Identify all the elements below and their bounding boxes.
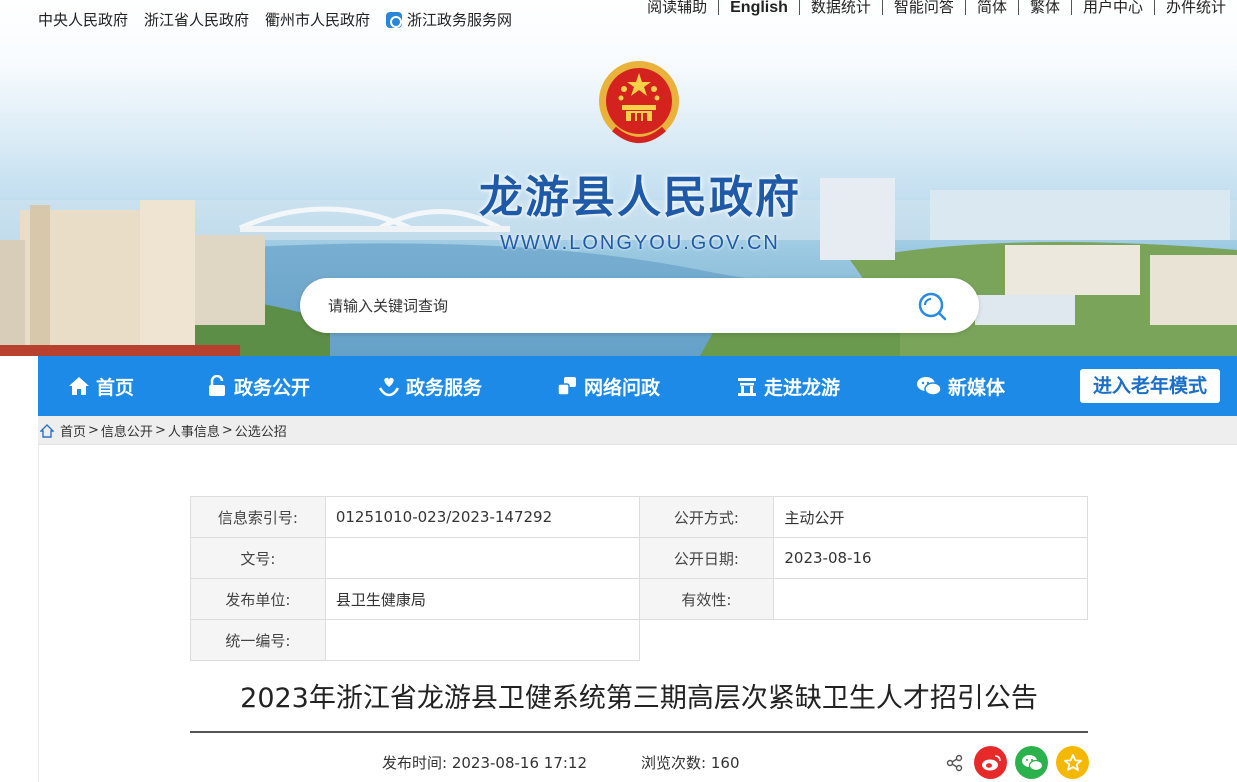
link-simplified[interactable]: 简体 (964, 0, 1018, 15)
nav-gov-affairs-open[interactable]: 政务公开 (206, 356, 310, 416)
landmark-icon (738, 378, 756, 396)
share-weibo-button[interactable] (974, 746, 1007, 779)
link-reading-aid[interactable]: 阅读辅助 (636, 0, 718, 15)
site-url: WWW.LONGYOU.GOV.CN (500, 232, 780, 254)
breadcrumb-home[interactable]: 首页 (60, 421, 86, 440)
breadcrumb-bar: 首页 > 信息公开 > 人事信息 > 公选公招 (38, 416, 1237, 445)
method-value: 主动公开 (773, 496, 1088, 538)
nav-gov-service[interactable]: 政务服务 (378, 356, 482, 416)
home-icon (40, 423, 54, 438)
publisher-label: 发布单位: (190, 578, 326, 620)
info-table: 信息索引号: 01251010-023/2023-147292 公开方式: 主动… (190, 496, 1088, 661)
wechat-icon (917, 377, 942, 396)
nav-gov-affairs-open-label: 政务公开 (234, 376, 311, 399)
link-case-stats[interactable]: 办件统计 (1153, 0, 1237, 15)
link-data-stats[interactable]: 数据统计 (798, 0, 882, 15)
publish-time: 发布时间: 2023-08-16 17:12 (382, 752, 587, 773)
site-title: 龙游县人民政府 (479, 172, 801, 223)
docno-label: 文号: (190, 537, 326, 579)
share-bar (946, 746, 1089, 779)
index-label: 信息索引号: (190, 496, 326, 538)
breadcrumb-info-open[interactable]: 信息公开 (101, 421, 153, 440)
link-smart-qa[interactable]: 智能问答 (881, 0, 965, 15)
chat-window-icon (557, 377, 576, 396)
link-user-center[interactable]: 用户中心 (1070, 0, 1154, 15)
star-icon (1063, 753, 1082, 771)
title-divider (190, 731, 1088, 733)
nav-about-longyou[interactable]: 走进龙游 (736, 356, 840, 416)
breadcrumb-recruitment[interactable]: 公选公招 (235, 421, 287, 440)
nav-new-media[interactable]: 新媒体 (916, 356, 1005, 416)
zwfw-logo-icon (386, 12, 403, 28)
nav-about-longyou-label: 走进龙游 (764, 376, 841, 399)
nav-online-inquiry[interactable]: 网络问政 (556, 356, 660, 416)
favorite-button[interactable] (1056, 746, 1089, 779)
nav-online-inquiry-label: 网络问政 (584, 376, 661, 399)
search-box (300, 278, 979, 333)
nav-home[interactable]: 首页 (68, 356, 134, 416)
method-label: 公开方式: (638, 496, 775, 538)
table-empty-cell (639, 620, 1087, 661)
table-row: 信息索引号: 01251010-023/2023-147292 公开方式: 主动… (190, 496, 1088, 538)
nav-home-label: 首页 (96, 376, 135, 399)
nav-new-media-label: 新媒体 (948, 376, 1006, 399)
date-value: 2023-08-16 (773, 537, 1088, 579)
index-value: 01251010-023/2023-147292 (324, 496, 640, 538)
home-icon (69, 377, 89, 395)
top-links-bar: 中央人民政府 浙江省人民政府 衢州市人民政府 浙江政务服务网 阅读辅助 Engl… (0, 0, 1237, 40)
view-count-value: 160 (710, 754, 740, 772)
share-wechat-button[interactable] (1015, 746, 1048, 779)
unlock-icon (209, 375, 225, 396)
wechat-icon (1021, 754, 1043, 771)
link-quzhou-gov[interactable]: 衢州市人民政府 (265, 0, 370, 40)
weibo-icon (981, 754, 1001, 770)
serial-label: 统一编号: (190, 619, 326, 661)
link-zhejiang-service[interactable]: 浙江政务服务网 (386, 0, 512, 40)
table-row: 发布单位: 县卫生健康局 有效性: (190, 578, 1088, 620)
view-count-label: 浏览次数: (641, 754, 707, 772)
table-row: 统一编号: (190, 619, 1088, 661)
publish-time-value: 2023-08-16 17:12 (451, 754, 588, 772)
validity-value (773, 578, 1088, 620)
national-emblem-icon (599, 61, 679, 143)
nav-gov-service-label: 政务服务 (406, 376, 483, 399)
article-meta: 发布时间: 2023-08-16 17:12 浏览次数: 160 (382, 752, 740, 773)
search-icon[interactable] (917, 291, 947, 321)
share-icon (946, 754, 963, 771)
table-row: 文号: 公开日期: 2023-08-16 (190, 537, 1088, 579)
link-english[interactable]: English (718, 0, 799, 16)
elder-mode-button[interactable]: 进入老年模式 (1080, 369, 1220, 403)
breadcrumb-separator: > (154, 423, 166, 438)
link-central-gov[interactable]: 中央人民政府 (38, 0, 128, 40)
publish-time-label: 发布时间: (382, 754, 448, 772)
breadcrumb-separator: > (88, 423, 99, 438)
date-label: 公开日期: (638, 537, 775, 579)
zwfw-label: 浙江政务服务网 (407, 11, 513, 29)
main-nav: 首页 政务公开 政务服务 网络问政 走进龙游 新媒体 进入老年模式 (38, 356, 1237, 416)
article-title: 2023年浙江省龙游县卫健系统第三期高层次紧缺卫生人才招引公告 (240, 683, 1038, 714)
validity-label: 有效性: (638, 578, 775, 620)
view-count: 浏览次数: 160 (641, 752, 739, 773)
breadcrumb-separator: > (221, 423, 233, 438)
breadcrumb: 首页 > 信息公开 > 人事信息 > 公选公招 (40, 416, 287, 445)
serial-value (324, 619, 640, 661)
header-banner: 中央人民政府 浙江省人民政府 衢州市人民政府 浙江政务服务网 阅读辅助 Engl… (0, 0, 1237, 356)
link-traditional[interactable]: 繁体 (1017, 0, 1071, 15)
heart-hand-icon (378, 377, 400, 397)
link-zhejiang-gov[interactable]: 浙江省人民政府 (144, 0, 249, 40)
breadcrumb-personnel[interactable]: 人事信息 (168, 421, 220, 440)
search-input[interactable] (328, 278, 888, 333)
docno-value (324, 537, 640, 579)
publisher-value: 县卫生健康局 (324, 578, 640, 620)
